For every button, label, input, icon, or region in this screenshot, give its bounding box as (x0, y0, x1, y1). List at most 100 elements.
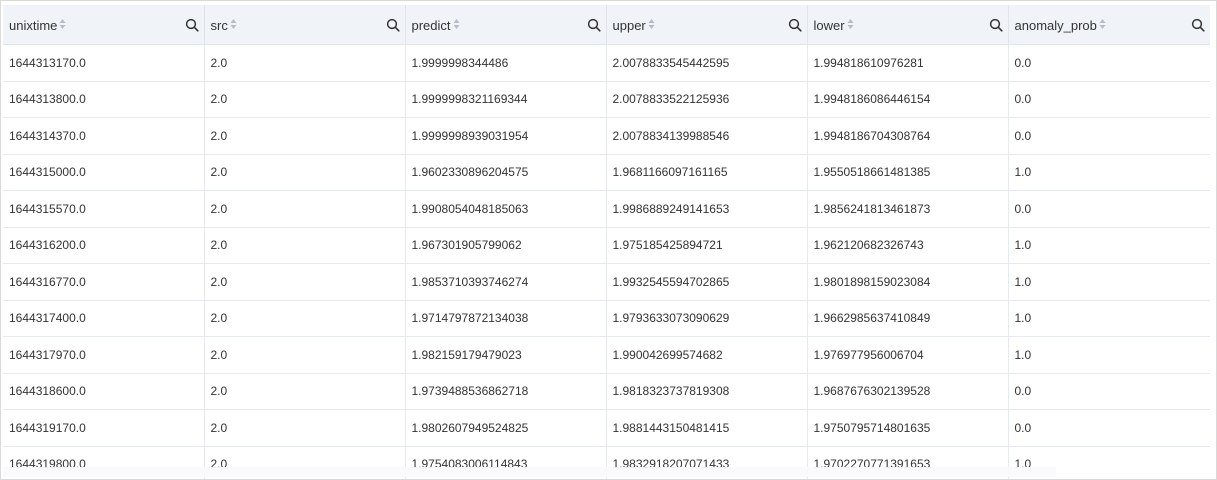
column-header-anomaly-prob[interactable]: anomaly_prob (1008, 5, 1210, 45)
column-header-unixtime[interactable]: unixtime (3, 5, 205, 45)
cell-unixtime: 1644314370.0 (3, 117, 205, 155)
cell-src: 2.0 (204, 336, 406, 374)
data-table-frame: unixtime src predict upper lower anomaly_prob… (0, 0, 1217, 480)
column-header-lower[interactable]: lower (807, 5, 1009, 45)
cell-anomaly-prob: 0.0 (1008, 190, 1210, 228)
cell-predict: 1.982159179479023 (405, 336, 607, 374)
cell-predict: 1.9714797872134038 (405, 300, 607, 337)
cell-anomaly-prob: 0.0 (1008, 117, 1210, 155)
cell-upper: 1.9681166097161165 (606, 154, 808, 191)
cell-upper: 2.0078834139988546 (606, 117, 808, 155)
cell-lower: 1.976977956006704 (807, 336, 1009, 374)
cell-lower: 1.9662985637410849 (807, 300, 1009, 337)
sort-icon[interactable] (847, 18, 854, 30)
cell-src: 2.0 (204, 81, 406, 118)
cell-upper: 2.0078833545442595 (606, 44, 808, 82)
cell-predict: 1.9999998321169344 (405, 81, 607, 118)
cell-src: 2.0 (204, 409, 406, 447)
search-icon[interactable] (587, 18, 601, 32)
cell-src: 2.0 (204, 44, 406, 82)
table-header: unixtime src predict upper lower anomaly_prob (3, 5, 1210, 45)
table-row[interactable]: 1644316200.0 2.0 1.967301905799062 1.975185… (3, 227, 1210, 264)
sort-icon[interactable] (59, 18, 66, 30)
column-header-label: src (210, 17, 228, 33)
sort-icon[interactable] (453, 18, 460, 30)
cell-anomaly-prob: 0.0 (1008, 409, 1210, 447)
search-icon[interactable] (386, 18, 400, 32)
cell-lower: 1.994818610976281 (807, 44, 1009, 82)
cell-upper: 2.0078833522125936 (606, 81, 808, 118)
table-row[interactable]: 1644319170.0 2.0 1.9802607949524825 1.98814… (3, 409, 1210, 447)
table-body: 1644313170.0 2.0 1.9999998344486 2.00788335… (3, 44, 1210, 479)
cell-predict: 1.9802607949524825 (405, 409, 607, 447)
cell-lower: 1.9687676302139528 (807, 373, 1009, 410)
cell-lower: 1.9550518661481385 (807, 154, 1009, 191)
cell-lower: 1.9948186704308764 (807, 117, 1009, 155)
column-header-label: upper (612, 17, 646, 33)
table-row[interactable]: 1644315570.0 2.0 1.9908054048185063 1.99868… (3, 190, 1210, 228)
search-icon[interactable] (989, 18, 1003, 32)
search-icon[interactable] (788, 18, 802, 32)
cell-anomaly-prob: 0.0 (1008, 373, 1210, 410)
table-row[interactable]: 1644313170.0 2.0 1.9999998344486 2.00788335… (3, 44, 1210, 82)
cell-upper: 1.9793633073090629 (606, 300, 808, 337)
cell-upper: 1.990042699574682 (606, 336, 808, 374)
search-icon[interactable] (185, 18, 199, 32)
cell-lower: 1.9948186086446154 (807, 81, 1009, 118)
cell-src: 2.0 (204, 300, 406, 337)
cell-unixtime: 1644313170.0 (3, 44, 205, 82)
cell-upper: 1.9881443150481415 (606, 409, 808, 447)
cell-lower: 1.9801898159023084 (807, 263, 1009, 301)
horizontal-scrollbar[interactable] (3, 467, 1056, 477)
column-header-src[interactable]: src (204, 5, 406, 45)
table-row[interactable]: 1644318600.0 2.0 1.9739488536862718 1.98183… (3, 373, 1210, 410)
table-row[interactable]: 1644317400.0 2.0 1.9714797872134038 1.97936… (3, 300, 1210, 337)
cell-anomaly-prob: 0.0 (1008, 44, 1210, 82)
cell-anomaly-prob: 0.0 (1008, 81, 1210, 118)
cell-unixtime: 1644318600.0 (3, 373, 205, 410)
cell-unixtime: 1644315570.0 (3, 190, 205, 228)
cell-unixtime: 1644313800.0 (3, 81, 205, 118)
column-header-label: lower (813, 17, 845, 33)
table-row[interactable]: 1644314370.0 2.0 1.9999998939031954 2.00788… (3, 117, 1210, 155)
cell-lower: 1.9750795714801635 (807, 409, 1009, 447)
cell-unixtime: 1644317400.0 (3, 300, 205, 337)
cell-predict: 1.9739488536862718 (405, 373, 607, 410)
sort-icon[interactable] (648, 18, 655, 30)
cell-unixtime: 1644315000.0 (3, 154, 205, 191)
column-header-upper[interactable]: upper (606, 5, 808, 45)
cell-src: 2.0 (204, 154, 406, 191)
table-row[interactable]: 1644315000.0 2.0 1.9602330896204575 1.96811… (3, 154, 1210, 191)
table-row[interactable]: 1644313800.0 2.0 1.9999998321169344 2.00788… (3, 81, 1210, 118)
column-header-label: unixtime (9, 17, 58, 33)
cell-upper: 1.9932545594702865 (606, 263, 808, 301)
column-header-predict[interactable]: predict (405, 5, 607, 45)
cell-unixtime: 1644316770.0 (3, 263, 205, 301)
cell-src: 2.0 (204, 373, 406, 410)
cell-upper: 1.9986889249141653 (606, 190, 808, 228)
table-row[interactable]: 1644316770.0 2.0 1.9853710393746274 1.99325… (3, 263, 1210, 301)
cell-upper: 1.9818323737819308 (606, 373, 808, 410)
cell-unixtime: 1644319170.0 (3, 409, 205, 447)
search-icon[interactable] (1191, 18, 1205, 32)
cell-predict: 1.9853710393746274 (405, 263, 607, 301)
cell-predict: 1.967301905799062 (405, 227, 607, 264)
cell-anomaly-prob: 1.0 (1008, 154, 1210, 191)
cell-anomaly-prob: 1.0 (1008, 227, 1210, 264)
sort-icon[interactable] (1099, 18, 1106, 30)
sort-icon[interactable] (230, 18, 237, 30)
cell-src: 2.0 (204, 263, 406, 301)
cell-predict: 1.9999998344486 (405, 44, 607, 82)
cell-lower: 1.9856241813461873 (807, 190, 1009, 228)
cell-predict: 1.9908054048185063 (405, 190, 607, 228)
table-row[interactable]: 1644317970.0 2.0 1.982159179479023 1.990042… (3, 336, 1210, 374)
cell-anomaly-prob: 1.0 (1008, 263, 1210, 301)
header-row: unixtime src predict upper lower anomaly_prob (3, 5, 1210, 45)
column-header-label: anomaly_prob (1014, 17, 1097, 33)
cell-unixtime: 1644317970.0 (3, 336, 205, 374)
cell-predict: 1.9999998939031954 (405, 117, 607, 155)
cell-unixtime: 1644316200.0 (3, 227, 205, 264)
cell-src: 2.0 (204, 190, 406, 228)
cell-anomaly-prob: 1.0 (1008, 300, 1210, 337)
cell-anomaly-prob: 1.0 (1008, 336, 1210, 374)
